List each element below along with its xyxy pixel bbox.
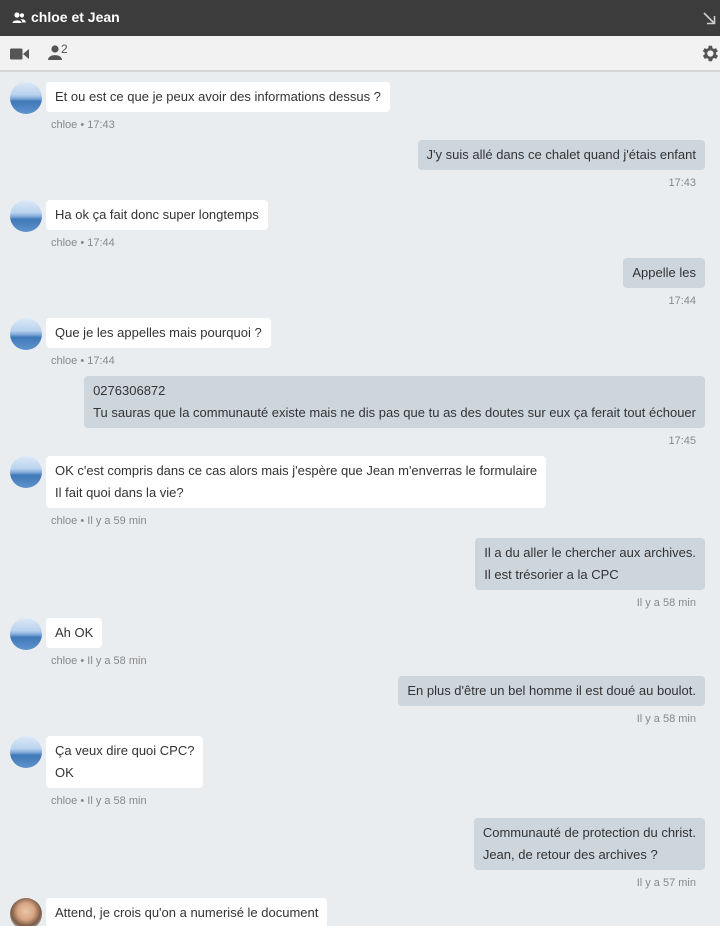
avatar [10,618,42,650]
incoming-message: OK c'est compris dans ce cas alors mais … [0,456,720,534]
message-text: Ha ok ça fait donc super longtemps [55,207,259,222]
participants-icon[interactable] [48,45,62,60]
group-icon [12,12,26,23]
incoming-message: Que je les appelles mais pourquoi ? chloe… [0,318,720,374]
message-bubble[interactable]: OK c'est compris dans ce cas alors mais … [46,456,547,508]
chat-toolbar: 2 [0,36,720,72]
message-text: Attend, je crois qu'on a numerisé le doc… [55,905,319,920]
message-list[interactable]: Et ou est ce que je peux avoir des infor… [0,72,720,926]
video-call-icon[interactable] [10,47,29,61]
message-text: Appelle les [632,265,696,280]
outgoing-message: J'y suis allé dans ce chalet quand j'éta… [0,140,720,196]
participant-count: 2 [61,42,68,56]
avatar [10,200,42,232]
avatar [10,456,42,488]
message-text: Ça veux dire quoi CPC? [55,743,195,758]
message-text: OK c'est compris dans ce cas alors mais … [55,463,538,478]
outgoing-message: Appelle les 17:44 [0,258,720,314]
outgoing-message: Il a du aller le chercher aux archives. I… [0,538,720,616]
message-bubble[interactable]: Communauté de protection du christ. Jean,… [473,818,705,870]
message-text: 0276306872 [93,383,166,398]
message-bubble[interactable]: Ah OK [46,618,103,648]
outgoing-message: Communauté de protection du christ. Jean,… [0,818,720,896]
message-bubble[interactable]: 0276306872 Tu sauras que la communauté ex… [84,376,705,428]
message-timestamp: Il y a 58 min [636,713,696,725]
outgoing-message: 0276306872 Tu sauras que la communauté ex… [0,376,720,454]
avatar [10,898,42,926]
message-text: Il a du aller le chercher aux archives. [484,545,696,560]
incoming-message: Et ou est ce que je peux avoir des infor… [0,82,720,138]
message-text: Que je les appelles mais pourquoi ? [55,325,262,340]
incoming-message: Ah OK chloe • Il y a 58 min [0,618,720,674]
message-text: Ah OK [55,625,94,640]
message-timestamp: 17:43 [668,177,696,189]
message-text: J'y suis allé dans ce chalet quand j'éta… [426,147,696,162]
avatar [10,318,42,350]
message-timestamp: chloe • 17:44 [51,355,115,367]
message-timestamp: chloe • Il y a 59 min [51,515,147,527]
message-text: Il fait quoi dans la vie? [55,485,184,500]
message-text: Communauté de protection du christ. [482,825,696,840]
message-text: Tu sauras que la communauté existe mais … [93,405,696,420]
avatar [10,736,42,768]
message-timestamp: chloe • Il y a 58 min [51,655,147,667]
outgoing-message: En plus d'être un bel homme il est doué … [0,676,720,732]
message-bubble[interactable]: Il a du aller le chercher aux archives. I… [475,538,705,590]
incoming-message: Attend, je crois qu'on a numerisé le doc… [0,898,720,926]
message-text: Il est trésorier a la CPC [484,567,619,582]
message-timestamp: 17:44 [668,295,696,307]
message-timestamp: 17:45 [668,435,696,447]
message-bubble[interactable]: Que je les appelles mais pourquoi ? [46,318,271,348]
message-text: OK [55,765,74,780]
message-bubble[interactable]: Ha ok ça fait donc super longtemps [46,200,268,230]
gear-icon[interactable] [699,43,720,64]
message-bubble[interactable]: En plus d'être un bel homme il est doué … [398,676,705,706]
message-timestamp: chloe • 17:44 [51,237,115,249]
incoming-message: Ha ok ça fait donc super longtemps chloe … [0,200,720,256]
message-text: En plus d'être un bel homme il est doué … [407,683,696,698]
message-bubble[interactable]: Attend, je crois qu'on a numerisé le doc… [46,898,328,926]
title-bar: chloe et Jean [0,0,720,36]
message-timestamp: chloe • 17:43 [51,119,115,131]
avatar [10,82,42,114]
message-timestamp: Il y a 58 min [636,597,696,609]
message-bubble[interactable]: J'y suis allé dans ce chalet quand j'éta… [417,140,705,170]
window-title: chloe et Jean [31,9,120,25]
message-timestamp: chloe • Il y a 58 min [51,795,147,807]
message-bubble[interactable]: Et ou est ce que je peux avoir des infor… [46,82,390,112]
message-bubble[interactable]: Ça veux dire quoi CPC? OK [46,736,204,788]
message-timestamp: Il y a 57 min [636,877,696,889]
minimize-icon[interactable] [703,12,716,25]
incoming-message: Ça veux dire quoi CPC? OK chloe • Il y a 5… [0,736,720,814]
message-text: Jean, de retour des archives ? [482,847,658,862]
message-text: Et ou est ce que je peux avoir des infor… [55,89,381,104]
message-bubble[interactable]: Appelle les [623,258,705,288]
